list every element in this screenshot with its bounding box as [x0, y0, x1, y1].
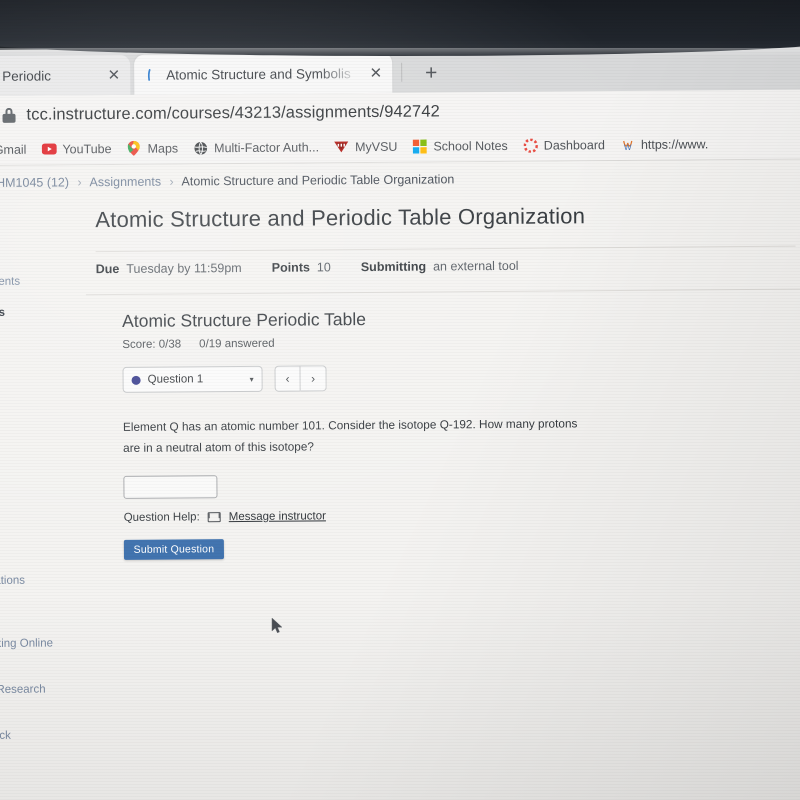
microsoft-icon [412, 139, 427, 154]
sidebar-item-collaborations[interactable]: llaborations [0, 568, 98, 594]
bookmark-label: YouTube [62, 141, 112, 156]
bookmark-label: MyVSU [354, 139, 398, 154]
address-bar[interactable]: tcc.instructure.com/courses/43213/assign… [0, 89, 800, 134]
question-status-dot [131, 375, 141, 385]
svg-text:W: W [624, 142, 632, 151]
bookmark-label: School Notes [433, 138, 508, 153]
breadcrumb-assignments[interactable]: Assignments [89, 175, 161, 190]
maps-icon [126, 140, 141, 156]
question-help-label: Question Help: [123, 511, 200, 525]
sidebar-item-syllabus[interactable]: bus [0, 442, 97, 468]
sidebar-item-smarthinking[interactable]: arthinking Online toring [0, 631, 71, 672]
breadcrumb-course[interactable]: CHM1045 (12) [0, 175, 69, 190]
submitting-label: Submitting [360, 259, 427, 275]
url-text: tcc.instructure.com/courses/43213/assign… [26, 101, 440, 124]
assignment-meta: Due Tuesday by 11:59pm Points 10 Submittin… [96, 246, 800, 276]
sidebar-item-people[interactable]: le [0, 394, 97, 420]
bookmark-label: Gmail [0, 142, 27, 157]
next-question-button[interactable]: › [300, 365, 327, 392]
sidebar-item-pages[interactable] [0, 425, 97, 437]
canvas-icon [144, 68, 158, 82]
close-icon[interactable]: ✕ [370, 64, 383, 81]
bookmark-mfa[interactable]: Multi-Factor Auth... [193, 139, 319, 155]
bookmark-school-notes[interactable]: School Notes [412, 138, 508, 154]
quiz-tool: Atomic Structure Periodic Table Score: 0… [96, 289, 800, 561]
question-nav: Question 1 ▾ ‹ › [122, 361, 800, 393]
answer-input[interactable] [123, 475, 218, 500]
photo-of-screen: cture and Periodic ✕ Atomic Structure an… [0, 0, 800, 800]
question-select[interactable]: Question 1 ▾ [122, 365, 263, 393]
monitor-bezel [0, 0, 800, 56]
sidebar-item-ebook[interactable]: Book [0, 754, 100, 780]
question-help-row: Question Help: Message instructor [123, 507, 800, 525]
myvsu-icon [334, 139, 349, 154]
sidebar-item-outcomes[interactable]: comes [0, 474, 98, 500]
dashboard-icon [523, 138, 538, 153]
mouse-cursor [271, 617, 284, 640]
bookmark-gmail[interactable]: Gmail [0, 142, 26, 157]
tab-divider [401, 62, 403, 82]
breadcrumb-separator: › [77, 175, 82, 190]
globe-icon [193, 140, 208, 155]
prev-question-button[interactable]: ‹ [274, 365, 301, 392]
sidebar-item-library-research-guides[interactable]: brary Research uides [0, 677, 71, 718]
question-arrows: ‹ › [274, 365, 327, 392]
sidebar-item-honorlock[interactable]: onorlock [0, 722, 99, 748]
browser-tab-inactive[interactable]: cture and Periodic ✕ [0, 54, 131, 97]
youtube-icon [41, 141, 57, 156]
quiz-title: Atomic Structure Periodic Table [122, 309, 367, 331]
due-value: Tuesday by 11:59pm [126, 260, 242, 276]
message-instructor-link[interactable]: Message instructor [229, 511, 326, 524]
bookmark-label: Dashboard [543, 137, 605, 153]
due-label: Due [95, 261, 120, 277]
browser-window: cture and Periodic ✕ Atomic Structure an… [0, 43, 800, 800]
sidebar-item-chat[interactable]: at [0, 599, 99, 625]
envelope-icon [207, 512, 221, 523]
sidebar-item-announcements[interactable]: uncements [0, 269, 96, 295]
quiz-answered: 0/19 answered [199, 337, 275, 351]
sidebar-item-assignments[interactable]: nments [0, 300, 96, 326]
points-group: Points 10 [272, 260, 331, 274]
sidebar-item-home[interactable]: e [0, 191, 95, 217]
bookmark-label: Multi-Factor Auth... [214, 139, 320, 155]
tab-title: Atomic Structure and Symbolis [166, 65, 351, 83]
submit-question-button[interactable]: Submit Question [123, 539, 225, 561]
breadcrumb-separator: › [169, 174, 174, 189]
bookmark-label: https://www. [640, 136, 709, 152]
sidebar-item-modules[interactable]: dules [0, 537, 98, 563]
due-group: Due Tuesday by 11:59pm [96, 261, 242, 276]
tab-title: cture and Periodic [0, 67, 52, 84]
question-select-label: Question 1 [147, 373, 204, 386]
sidebar-item-discussions[interactable]: ssions [0, 331, 96, 357]
main-content: CHM1045 (12) › Assignments › Atomic Stru… [0, 159, 800, 800]
quiz-score: Score: 0/38 [122, 338, 182, 351]
close-icon[interactable]: ✕ [108, 66, 121, 83]
canvas-page: e uncements nments ssions es le bus come… [0, 159, 800, 800]
sidebar-item-quizzes[interactable]: zzes [0, 505, 98, 531]
quiz-status: Score: 0/38 0/19 answered [122, 333, 800, 351]
chevron-down-icon: ▾ [249, 374, 254, 384]
points-value: 10 [316, 260, 331, 275]
breadcrumb-current: Atomic Structure and Periodic Table Orga… [181, 172, 455, 189]
sidebar-item-grades[interactable]: es [0, 363, 97, 389]
bookmark-label: Maps [147, 140, 179, 156]
question-text: Element Q has an atomic number 101. Cons… [122, 416, 578, 455]
bookmark-myvsu[interactable]: MyVSU [334, 139, 397, 154]
bookmark-w[interactable]: W https://www. [620, 136, 709, 152]
points-label: Points [271, 260, 310, 275]
page-title: Atomic Structure and Periodic Table Orga… [95, 203, 586, 233]
browser-tab-active[interactable]: Atomic Structure and Symbolis ✕ [134, 52, 393, 95]
bookmark-maps[interactable]: Maps [126, 140, 179, 156]
new-tab-button[interactable]: + [418, 59, 444, 85]
lock-icon [2, 107, 16, 123]
submitting-value: an external tool [433, 258, 519, 274]
w-icon: W [620, 137, 635, 152]
breadcrumb: CHM1045 (12) › Assignments › Atomic Stru… [0, 159, 800, 190]
submitting-group: Submitting an external tool [361, 259, 519, 274]
bookmark-youtube[interactable]: YouTube [41, 141, 112, 157]
bookmark-dashboard[interactable]: Dashboard [523, 137, 605, 153]
course-nav-sidebar: e uncements nments ssions es le bus come… [0, 165, 100, 800]
